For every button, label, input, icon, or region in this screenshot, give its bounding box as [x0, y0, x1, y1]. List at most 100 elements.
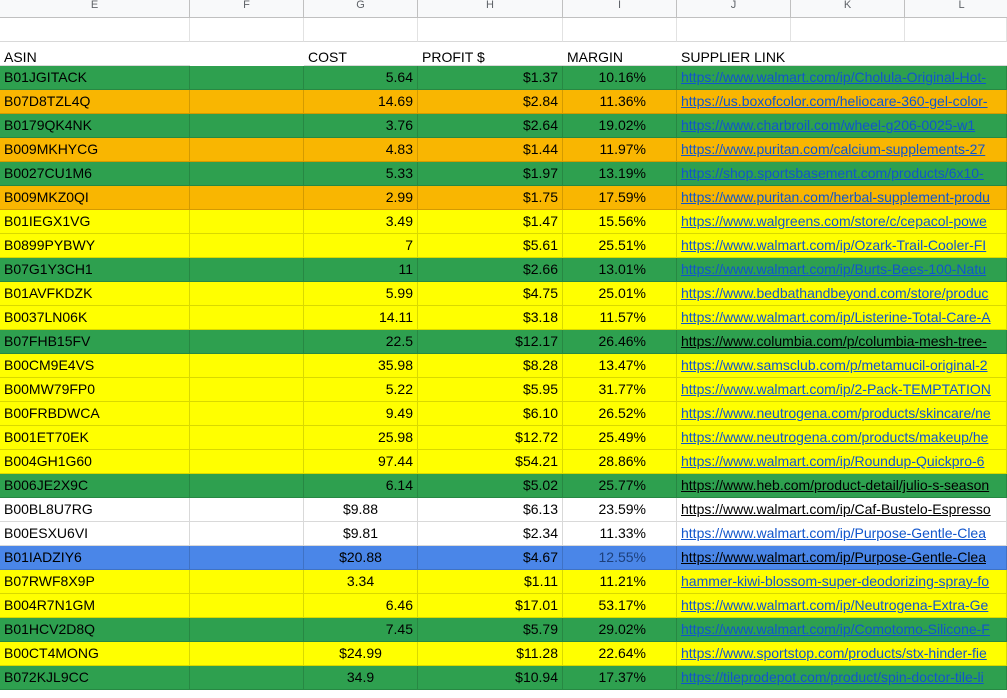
empty-cell[interactable] — [190, 210, 304, 234]
asin-cell[interactable]: B00CM9E4VS — [0, 354, 190, 378]
margin-cell[interactable]: 11.57% — [563, 306, 677, 330]
empty-cell[interactable] — [190, 18, 304, 42]
column-header-j[interactable]: J — [677, 0, 791, 17]
empty-cell[interactable] — [190, 258, 304, 282]
margin-cell[interactable]: 23.59% — [563, 498, 677, 522]
supplier-link[interactable]: https://www.walmart.com/ip/Comotomo-Sili… — [677, 618, 1007, 642]
asin-cell[interactable]: B004R7N1GM — [0, 594, 190, 618]
margin-cell[interactable]: 53.17% — [563, 594, 677, 618]
margin-cell[interactable]: 25.51% — [563, 234, 677, 258]
asin-cell[interactable]: B01IEGX1VG — [0, 210, 190, 234]
asin-cell[interactable]: B07RWF8X9P — [0, 570, 190, 594]
supplier-link[interactable]: https://www.charbroil.com/wheel-g206-002… — [677, 114, 1007, 138]
header-margin[interactable]: MARGIN — [563, 42, 677, 66]
cost-cell[interactable]: 2.99 — [304, 186, 418, 210]
margin-cell[interactable]: 12.55% — [563, 546, 677, 570]
asin-cell[interactable]: B01HCV2D8Q — [0, 618, 190, 642]
margin-cell[interactable]: 25.49% — [563, 426, 677, 450]
asin-cell[interactable]: B0027CU1M6 — [0, 162, 190, 186]
profit-cell[interactable]: $12.72 — [418, 426, 563, 450]
cost-cell[interactable]: 5.99 — [304, 282, 418, 306]
empty-cell[interactable] — [190, 498, 304, 522]
margin-cell[interactable]: 15.56% — [563, 210, 677, 234]
supplier-link[interactable]: https://us.boxofcolor.com/heliocare-360-… — [677, 90, 1007, 114]
empty-cell[interactable] — [190, 66, 304, 90]
cost-cell[interactable]: $9.81 — [304, 522, 418, 546]
profit-cell[interactable]: $1.44 — [418, 138, 563, 162]
cost-cell[interactable]: 14.69 — [304, 90, 418, 114]
asin-cell[interactable]: B07FHB15FV — [0, 330, 190, 354]
profit-cell[interactable]: $6.10 — [418, 402, 563, 426]
column-header-f[interactable]: F — [190, 0, 304, 17]
cost-cell[interactable]: $24.99 — [304, 642, 418, 666]
asin-cell[interactable]: B001ET70EK — [0, 426, 190, 450]
asin-cell[interactable]: B00MW79FP0 — [0, 378, 190, 402]
asin-cell[interactable]: B00ESXU6VI — [0, 522, 190, 546]
empty-cell[interactable] — [563, 18, 677, 42]
supplier-link[interactable]: https://www.puritan.com/herbal-supplemen… — [677, 186, 1007, 210]
cost-cell[interactable]: 3.49 — [304, 210, 418, 234]
empty-cell[interactable] — [190, 186, 304, 210]
profit-cell[interactable]: $6.13 — [418, 498, 563, 522]
asin-cell[interactable]: B004GH1G60 — [0, 450, 190, 474]
supplier-link[interactable]: https://www.walmart.com/ip/2-Pack-TEMPTA… — [677, 378, 1007, 402]
header-cost[interactable]: COST — [304, 42, 418, 66]
asin-cell[interactable]: B07G1Y3CH1 — [0, 258, 190, 282]
supplier-link[interactable]: https://www.walmart.com/ip/Purpose-Gentl… — [677, 546, 1007, 570]
profit-cell[interactable]: $5.61 — [418, 234, 563, 258]
empty-cell[interactable] — [905, 18, 1007, 42]
margin-cell[interactable]: 28.86% — [563, 450, 677, 474]
empty-cell[interactable] — [190, 378, 304, 402]
cost-cell[interactable]: $20.88 — [304, 546, 418, 570]
cost-cell[interactable]: 9.49 — [304, 402, 418, 426]
profit-cell[interactable]: $5.02 — [418, 474, 563, 498]
empty-cell[interactable] — [190, 138, 304, 162]
margin-cell[interactable]: 11.21% — [563, 570, 677, 594]
margin-cell[interactable]: 29.02% — [563, 618, 677, 642]
profit-cell[interactable]: $10.94 — [418, 666, 563, 690]
supplier-link[interactable]: https://www.columbia.com/p/columbia-mesh… — [677, 330, 1007, 354]
supplier-link[interactable]: https://www.walmart.com/ip/Purpose-Gentl… — [677, 522, 1007, 546]
profit-cell[interactable]: $8.28 — [418, 354, 563, 378]
supplier-link[interactable]: https://shop.sportsbasement.com/products… — [677, 162, 1007, 186]
profit-cell[interactable]: $2.66 — [418, 258, 563, 282]
empty-cell[interactable] — [190, 666, 304, 690]
supplier-link[interactable]: https://www.puritan.com/calcium-suppleme… — [677, 138, 1007, 162]
cost-cell[interactable]: $9.88 — [304, 498, 418, 522]
cost-cell[interactable]: 3.34 — [304, 570, 418, 594]
header-asin[interactable]: ASIN — [0, 42, 190, 66]
cost-cell[interactable]: 6.14 — [304, 474, 418, 498]
margin-cell[interactable]: 11.97% — [563, 138, 677, 162]
supplier-link[interactable]: https://www.walmart.com/ip/Neutrogena-Ex… — [677, 594, 1007, 618]
profit-cell[interactable]: $17.01 — [418, 594, 563, 618]
profit-cell[interactable]: $12.17 — [418, 330, 563, 354]
profit-cell[interactable]: $3.18 — [418, 306, 563, 330]
empty-cell[interactable] — [190, 306, 304, 330]
empty-cell[interactable] — [190, 546, 304, 570]
margin-cell[interactable]: 22.64% — [563, 642, 677, 666]
margin-cell[interactable]: 17.59% — [563, 186, 677, 210]
column-header-l[interactable]: L — [905, 0, 1007, 17]
supplier-link[interactable]: https://www.walgreens.com/store/c/cepaco… — [677, 210, 1007, 234]
asin-cell[interactable]: B009MKZ0QI — [0, 186, 190, 210]
supplier-link[interactable]: https://www.sportstop.com/products/stx-h… — [677, 642, 1007, 666]
cost-cell[interactable]: 5.22 — [304, 378, 418, 402]
margin-cell[interactable]: 25.01% — [563, 282, 677, 306]
margin-cell[interactable]: 31.77% — [563, 378, 677, 402]
cost-cell[interactable]: 35.98 — [304, 354, 418, 378]
profit-cell[interactable]: $2.34 — [418, 522, 563, 546]
empty-cell[interactable] — [190, 594, 304, 618]
profit-cell[interactable]: $1.37 — [418, 66, 563, 90]
asin-cell[interactable]: B07D8TZL4Q — [0, 90, 190, 114]
margin-cell[interactable]: 26.46% — [563, 330, 677, 354]
cost-cell[interactable]: 7 — [304, 234, 418, 258]
cost-cell[interactable]: 7.45 — [304, 618, 418, 642]
empty-cell[interactable] — [304, 18, 418, 42]
supplier-link[interactable]: https://www.walmart.com/ip/Roundup-Quick… — [677, 450, 1007, 474]
profit-cell[interactable]: $2.64 — [418, 114, 563, 138]
margin-cell[interactable]: 13.19% — [563, 162, 677, 186]
empty-cell[interactable] — [418, 18, 563, 42]
supplier-link[interactable]: https://www.samsclub.com/p/metamucil-ori… — [677, 354, 1007, 378]
column-header-g[interactable]: G — [304, 0, 418, 17]
profit-cell[interactable]: $5.95 — [418, 378, 563, 402]
